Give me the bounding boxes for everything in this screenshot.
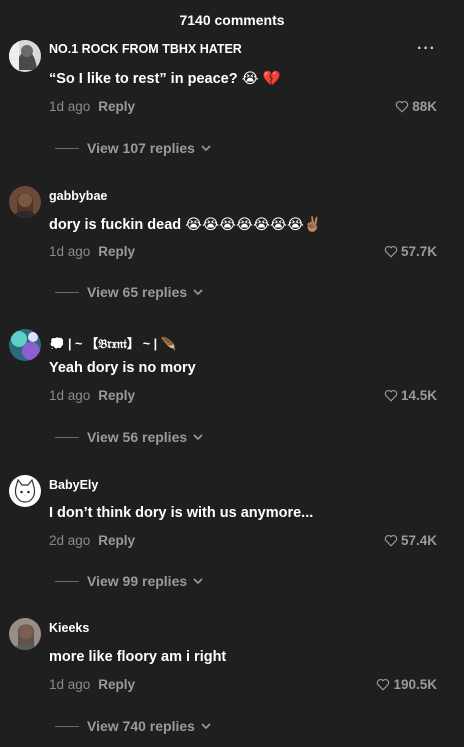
comment-username[interactable]: gabbybae <box>49 189 107 203</box>
avatar[interactable] <box>9 618 41 650</box>
comment-meta: 2d ago Reply <box>49 533 135 548</box>
heart-outline-icon <box>384 389 398 402</box>
chevron-down-icon <box>193 578 203 585</box>
like-count: 57.7K <box>400 244 437 259</box>
comment-text: more like floory am i right <box>49 649 227 665</box>
heart-outline-icon <box>384 245 398 258</box>
comment-meta: 1d ago Reply <box>49 677 135 692</box>
like-count: 190.5K <box>393 677 437 692</box>
like-count: 88K <box>412 99 437 114</box>
comment-username[interactable]: Kieeks <box>49 621 89 635</box>
reply-button[interactable]: Reply <box>98 244 135 259</box>
avatar[interactable] <box>9 475 41 507</box>
view-replies-button[interactable]: View 740 replies <box>55 718 211 734</box>
chevron-down-icon <box>201 145 211 152</box>
comment-text: dory is fuckin dead 😭😭😭😭😭😭😭✌🏽 <box>49 217 322 233</box>
heart-outline-icon <box>384 534 398 547</box>
view-replies-button[interactable]: View 65 replies <box>55 284 203 300</box>
chevron-down-icon <box>201 723 211 730</box>
comment-username[interactable]: NO.1 ROCK FROM TBHX HATER <box>49 42 242 56</box>
view-replies-label: View 56 replies <box>87 429 188 445</box>
avatar[interactable] <box>9 186 41 218</box>
view-replies-button[interactable]: View 107 replies <box>55 140 211 156</box>
chevron-down-icon <box>193 289 203 296</box>
comment-username[interactable]: BabyEly <box>49 478 98 492</box>
like-button[interactable]: 14.5K <box>384 388 437 403</box>
chevron-down-icon <box>193 434 203 441</box>
view-replies-button[interactable]: View 56 replies <box>55 429 203 445</box>
reply-button[interactable]: Reply <box>98 99 135 114</box>
reply-button[interactable]: Reply <box>98 533 135 548</box>
comment-text: I don’t think dory is with us anymore... <box>49 505 314 521</box>
like-button[interactable]: 190.5K <box>376 677 437 692</box>
heart-outline-icon <box>377 678 390 691</box>
divider <box>55 580 79 582</box>
view-replies-label: View 65 replies <box>87 284 188 300</box>
comment-age: 1d ago <box>49 677 91 692</box>
heart-outline-icon <box>396 100 409 113</box>
avatar[interactable] <box>9 40 41 72</box>
view-replies-button[interactable]: View 99 replies <box>55 573 203 589</box>
comment-age: 1d ago <box>49 244 91 259</box>
reply-button[interactable]: Reply <box>98 388 135 403</box>
like-button[interactable]: 57.4K <box>384 533 437 548</box>
view-replies-label: View 99 replies <box>87 573 188 589</box>
comment-age: 1d ago <box>49 99 91 114</box>
reply-button[interactable]: Reply <box>98 677 135 692</box>
like-count: 14.5K <box>400 388 437 403</box>
like-count: 57.4K <box>400 533 437 548</box>
comment-meta: 1d ago Reply <box>49 244 135 259</box>
comment-meta: 1d ago Reply <box>49 388 135 403</box>
divider <box>55 725 79 727</box>
divider <box>55 436 79 438</box>
like-button[interactable]: 88K <box>395 99 437 114</box>
comment-age: 1d ago <box>49 388 91 403</box>
comment-age: 2d ago <box>49 533 91 548</box>
divider <box>55 147 79 149</box>
more-options-icon[interactable]: ··· <box>417 40 436 58</box>
comment-meta: 1d ago Reply <box>49 99 135 114</box>
comment-text: “So I like to rest” in peace? 😭 💔 <box>49 71 281 87</box>
comment-username[interactable]: 💭 | ~ 【𝔅𝔯𝔵𝔫𝔱】 ~ | 🪶 <box>49 333 176 352</box>
comment-text: Yeah dory is no mory <box>49 360 196 376</box>
view-replies-label: View 740 replies <box>87 718 195 734</box>
divider <box>55 291 79 293</box>
view-replies-label: View 107 replies <box>87 140 195 156</box>
avatar[interactable] <box>9 329 41 361</box>
comments-count-title: 7140 comments <box>179 12 285 28</box>
like-button[interactable]: 57.7K <box>384 244 437 259</box>
